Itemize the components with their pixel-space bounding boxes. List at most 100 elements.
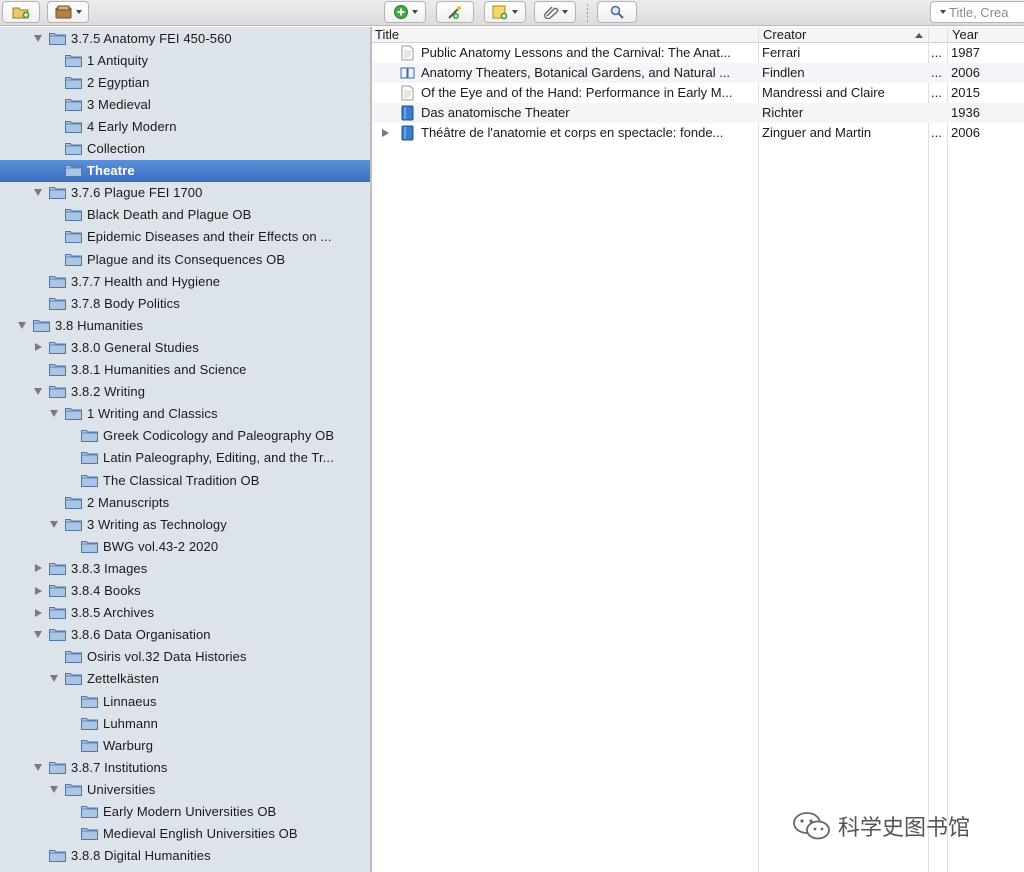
collection-tree-item[interactable]: Plague and its Consequences OB xyxy=(0,248,370,270)
collection-tree-label: Warburg xyxy=(103,737,154,753)
disclosure-open-icon[interactable] xyxy=(32,629,44,641)
folder-icon xyxy=(49,607,66,620)
collection-tree-label: Early Modern Universities OB xyxy=(103,804,277,819)
collection-tree-label: 3.8.6 Data Organisation xyxy=(71,627,211,643)
item-row[interactable]: Das anatomische Theater Richter 1936 xyxy=(372,103,1024,123)
collection-tree-item[interactable]: 2 Egyptian xyxy=(0,71,370,93)
collection-tree-item[interactable]: 1 Writing and Classics xyxy=(0,403,370,425)
folder-icon xyxy=(49,275,66,288)
collection-tree-item[interactable]: Osiris vol.32 Data Histories xyxy=(0,646,370,668)
collection-tree-item[interactable]: Zettelkästen xyxy=(0,668,370,690)
folder-icon xyxy=(49,364,66,376)
advanced-search-button[interactable] xyxy=(597,1,637,23)
disclosure-open-icon[interactable] xyxy=(48,783,60,795)
collection-tree-item[interactable]: 3 Writing as Technology xyxy=(0,513,370,535)
collection-tree-item[interactable]: Greek Codicology and Paleography OB xyxy=(0,425,370,447)
disclosure-open-icon[interactable] xyxy=(16,319,28,331)
note-icon xyxy=(492,5,508,19)
collection-tree-item[interactable]: Epidemic Diseases and their Effects on .… xyxy=(0,226,370,248)
column-header-row: Title Creator Year xyxy=(372,27,1024,43)
item-row[interactable]: Public Anatomy Lessons and the Carnival:… xyxy=(372,43,1024,63)
journal-article-icon xyxy=(400,85,415,101)
item-row[interactable]: Théâtre de l'anatomie et corps en specta… xyxy=(372,123,1024,143)
collection-tree-item[interactable]: The Classical Tradition OB xyxy=(0,469,370,491)
book-section-icon xyxy=(400,65,415,81)
collection-tree-item[interactable]: Collection xyxy=(0,138,370,160)
collection-tree-item[interactable]: Linnaeus xyxy=(0,690,370,712)
disclosure-closed-icon[interactable] xyxy=(32,607,44,619)
collection-tree-item[interactable]: Latin Paleography, Editing, and the Tr..… xyxy=(0,447,370,469)
collection-tree-item[interactable]: 1 Antiquity xyxy=(0,49,370,71)
column-divider[interactable] xyxy=(758,27,759,872)
collection-tree-item[interactable]: 3.8.0 General Studies xyxy=(0,336,370,358)
disclosure-closed-icon[interactable] xyxy=(32,341,44,353)
disclosure-open-icon[interactable] xyxy=(48,673,60,685)
item-year: 2015 xyxy=(951,85,980,100)
disclosure-open-icon[interactable] xyxy=(48,518,60,530)
item-row[interactable]: Anatomy Theaters, Botanical Gardens, and… xyxy=(372,63,1024,83)
disclosure-open-icon[interactable] xyxy=(32,386,44,398)
disclosure-open-icon[interactable] xyxy=(32,32,44,44)
search-field[interactable] xyxy=(930,1,1024,23)
collection-tree-item[interactable]: 3.8.6 Data Organisation xyxy=(0,624,370,646)
collection-tree-item[interactable]: 4 Early Modern xyxy=(0,115,370,137)
collection-tree-label: 2 Manuscripts xyxy=(87,494,170,510)
new-item-button[interactable] xyxy=(384,1,426,23)
collection-tree-label: Theatre xyxy=(87,163,135,179)
disclosure-closed-icon[interactable] xyxy=(32,562,44,574)
folder-icon xyxy=(49,629,66,642)
collection-tree-item[interactable]: Theatre xyxy=(0,159,370,182)
column-header-year[interactable]: Year xyxy=(949,27,1024,43)
collection-tree-item[interactable]: 3.8.4 Books xyxy=(0,580,370,602)
collection-tree-item[interactable]: Early Modern Universities OB xyxy=(0,801,370,823)
item-row[interactable]: Of the Eye and of the Hand: Performance … xyxy=(372,83,1024,103)
new-collection-button[interactable] xyxy=(2,1,40,23)
folder-icon xyxy=(65,143,82,155)
disclosure-open-icon[interactable] xyxy=(32,187,44,199)
collection-tree-label: 3.8.5 Archives xyxy=(71,605,155,621)
folder-icon xyxy=(49,761,66,774)
collection-tree-item[interactable]: Warburg xyxy=(0,734,370,756)
collection-tree-item[interactable]: 3.7.6 Plague FEI 1700 xyxy=(0,182,370,204)
collection-tree-item[interactable]: 3.7.5 Anatomy FEI 450-560 xyxy=(0,27,370,49)
collection-tree-item[interactable]: Black Death and Plague OB xyxy=(0,204,370,226)
new-library-button[interactable] xyxy=(47,1,89,23)
disclosure-closed-icon[interactable] xyxy=(32,585,44,597)
collection-tree-item[interactable]: 2 Manuscripts xyxy=(0,491,370,513)
item-title: Das anatomische Theater xyxy=(421,105,570,120)
collection-tree-item[interactable]: 3 Medieval xyxy=(0,93,370,115)
collection-tree-item[interactable]: 3.8.7 Institutions xyxy=(0,756,370,778)
add-by-identifier-button[interactable] xyxy=(436,1,474,23)
collection-tree-label: Collection xyxy=(87,141,146,156)
chevron-down-icon[interactable] xyxy=(940,10,946,14)
collection-tree-item[interactable]: Universities xyxy=(0,778,370,800)
collection-tree-item[interactable]: 3.8.2 Writing xyxy=(0,381,370,403)
folder-icon xyxy=(65,253,82,266)
add-attachment-button[interactable] xyxy=(534,1,576,23)
column-header-creator[interactable]: Creator xyxy=(760,27,928,43)
collection-tree-item[interactable]: 3.7.8 Body Politics xyxy=(0,292,370,314)
collection-tree-item[interactable]: 3.7.7 Health and Hygiene xyxy=(0,270,370,292)
collection-tree-item[interactable]: 3.8 Humanities xyxy=(0,314,370,336)
column-header-extra[interactable] xyxy=(929,27,947,43)
folder-icon xyxy=(65,54,82,67)
collection-tree-item[interactable]: 3.8.3 Images xyxy=(0,557,370,579)
search-input[interactable] xyxy=(949,4,1024,20)
collection-tree-item[interactable]: Luhmann xyxy=(0,712,370,734)
collection-tree-item[interactable]: 3.8.8 Digital Humanities xyxy=(0,845,370,867)
collection-tree-item[interactable]: Medieval English Universities OB xyxy=(0,823,370,845)
column-divider[interactable] xyxy=(947,27,948,872)
new-note-button[interactable] xyxy=(484,1,526,23)
column-header-title[interactable]: Title xyxy=(372,27,758,43)
collection-tree-item[interactable]: 3.8.1 Humanities and Science xyxy=(0,359,370,381)
column-divider[interactable] xyxy=(928,27,929,872)
disclosure-open-icon[interactable] xyxy=(32,761,44,773)
disclosure-open-icon[interactable] xyxy=(48,408,60,420)
collection-tree-label: 3.8.3 Images xyxy=(71,560,148,576)
collection-tree-item[interactable]: BWG vol.43-2 2020 xyxy=(0,535,370,557)
expand-item-icon[interactable] xyxy=(382,129,389,137)
collection-tree-item[interactable]: 3.8.5 Archives xyxy=(0,602,370,624)
